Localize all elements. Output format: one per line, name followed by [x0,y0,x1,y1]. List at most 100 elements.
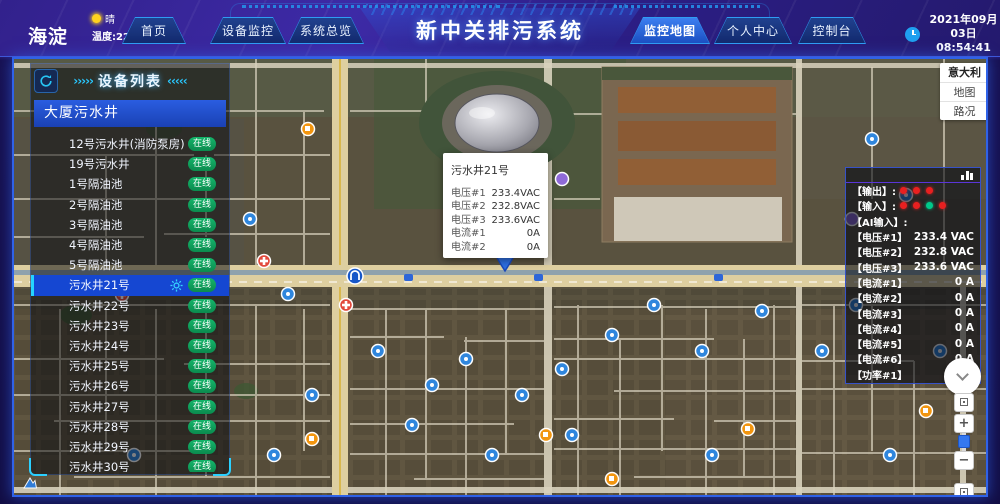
top-header: 海淀 晴 温度:22℃ 首页 设备监控 系统总览 新中关排污系统 监控地图 个人… [0,0,1000,57]
popup-row-label: 电压#3 [451,214,486,227]
popup-row-label: 电压#2 [451,200,486,213]
popup-title: 污水井21号 [451,162,540,178]
reading-label: 【电流#3】 [852,306,907,321]
reading-label: 【电压#1】 [852,229,907,244]
device-list-item[interactable]: 污水井23号 在线 [31,316,229,336]
input-row: 【输入】: [846,198,980,213]
map-poi-label: 意大利 [940,63,986,82]
device-name: 2号隔油池 [69,197,122,213]
status-badge: 在线 [188,359,216,373]
device-name: 污水井30号 [69,459,130,472]
reading-row: 【电流#3】 0 A [846,305,980,320]
device-name: 3号隔油池 [69,217,122,233]
header-arrows-right: ‹‹‹‹‹ [167,74,187,88]
zoom-out-button[interactable]: − [954,451,974,470]
device-list-item[interactable]: 污水井21号 在线 [31,275,229,295]
status-badge: 在线 [188,420,216,434]
reading-value: 0 A [955,292,974,304]
nav-monitor-map-button[interactable]: 监控地图 [630,17,710,44]
panel-collapse-button[interactable] [944,358,981,395]
device-list-item[interactable]: 污水井28号 在线 [31,417,229,437]
device-list-item[interactable]: 污水井22号 在线 [31,296,229,316]
metro-station-badge [347,268,363,284]
ai-input-row: 【AI输入】: [846,214,980,229]
device-name: 污水井22号 [69,298,130,314]
device-list-item[interactable]: 污水井25号 在线 [31,356,229,376]
readings-panel-header [846,168,980,183]
status-dot-red [900,202,907,209]
reading-value: 0 A [955,307,974,319]
status-dot-red [900,187,907,194]
status-dot-red [926,187,933,194]
device-list-item[interactable]: 19号污水井 在线 [31,154,229,174]
reading-value: 0 A [955,338,974,350]
popup-row: 电流#2 0A [451,241,540,254]
refresh-button[interactable] [34,69,58,93]
reading-label: 【电流#6】 [852,351,907,366]
device-name: 1号隔油池 [69,176,122,192]
app-title: 新中关排污系统 [416,15,584,45]
reading-label: 【电压#2】 [852,244,907,259]
panorama-button[interactable] [954,393,974,412]
status-badge: 在线 [188,460,216,472]
device-name: 污水井28号 [69,419,130,435]
status-dot-red [939,202,946,209]
reading-value: 233.4 VAC [914,231,974,243]
status-badge: 在线 [188,339,216,353]
reading-row: 【电压#1】 233.4 VAC [846,229,980,244]
nav-device-monitor-button[interactable]: 设备监控 [210,17,286,44]
reading-row: 【电流#5】 0 A [846,336,980,351]
reading-row: 【电流#2】 0 A [846,290,980,305]
input-dots [900,202,946,209]
device-list: 12号污水井(消防泵房) 在线 19号污水井 [31,134,229,472]
app-title-plaque: 新中关排污系统 [360,8,640,52]
device-list-item[interactable]: 污水井27号 在线 [31,396,229,416]
map-type-map-button[interactable]: 地图 [940,82,986,101]
device-name: 污水井25号 [69,358,130,374]
device-list-item[interactable]: 5号隔油池 在线 [31,255,229,275]
device-list-panel: ››››› 设备列表 ‹‹‹‹‹ 大厦污水井 12号污水井(消防泵房) 在线 1… [30,63,230,475]
reading-row: 【电流#4】 0 A [846,321,980,336]
map-type-traffic-button[interactable]: 路况 [940,101,986,120]
nav-personal-center-button[interactable]: 个人中心 [714,17,792,44]
device-list-item[interactable]: 3号隔油池 在线 [31,215,229,235]
map-tool-button[interactable] [954,483,974,495]
reading-label: 【电流#4】 [852,321,907,336]
gear-icon[interactable] [170,279,183,292]
output-dots [900,187,933,194]
map-attribution [22,475,38,491]
map-frame: ››››› 设备列表 ‹‹‹‹‹ 大厦污水井 12号污水井(消防泵房) 在线 1… [12,57,988,497]
device-group-header[interactable]: 大厦污水井 [34,100,226,127]
reading-value: 233.6 VAC [914,261,974,273]
popup-row: 电压#1 233.4VAC [451,187,540,200]
device-name: 5号隔油池 [69,257,122,273]
device-list-item[interactable]: 4号隔油池 在线 [31,235,229,255]
chevron-down-icon [956,368,969,381]
device-list-item[interactable]: 1号隔油池 在线 [31,174,229,194]
status-badge: 在线 [188,258,216,272]
region-label: 海淀 [28,22,68,49]
zoom-in-button[interactable]: + [954,414,974,433]
zoom-slider-handle[interactable] [958,435,970,448]
reading-label: 【电流#1】 [852,275,907,290]
popup-row: 电压#3 233.6VAC [451,214,540,227]
baidu-logo [22,475,38,491]
device-list-header: ››››› 设备列表 ‹‹‹‹‹ [31,64,229,94]
device-list-item[interactable]: 污水井30号 在线 [31,457,229,472]
device-list-item[interactable]: 污水井26号 在线 [31,376,229,396]
popup-row-label: 电流#2 [451,241,486,254]
device-list-item[interactable]: 2号隔油池 在线 [31,195,229,215]
device-list-item[interactable]: 12号污水井(消防泵房) 在线 [31,134,229,154]
status-dot-red [913,202,920,209]
nav-system-overview-button[interactable]: 系统总览 [288,17,364,44]
bar-chart-icon[interactable] [961,171,975,180]
reading-label: 【电压#3】 [852,260,907,275]
popup-row-value: 0A [527,241,540,254]
device-list-title: 设备列表 [98,71,162,91]
header-arrows-left: ››››› [73,74,93,88]
ai-input-label: 【AI输入】: [852,214,907,229]
status-dot-green [926,202,933,209]
device-list-item[interactable]: 污水井29号 在线 [31,437,229,457]
device-list-item[interactable]: 污水井24号 在线 [31,336,229,356]
weather-condition: 晴 [105,11,115,26]
